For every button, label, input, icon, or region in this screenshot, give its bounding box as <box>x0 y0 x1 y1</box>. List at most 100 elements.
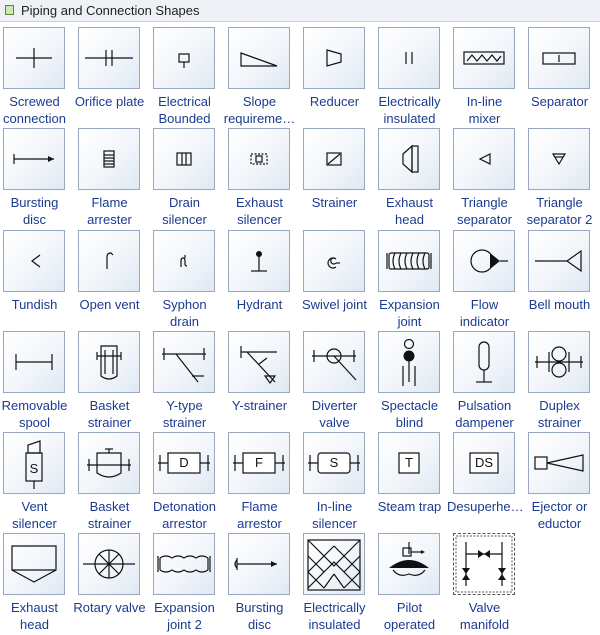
orifice-plate-icon <box>85 50 133 66</box>
electrical-bounded-icon <box>178 53 190 68</box>
shape-tile-electrically-insulated-2[interactable] <box>303 533 365 595</box>
shape-label: Drain silencer <box>147 194 222 228</box>
shape-label-line-2: dampener <box>455 415 514 430</box>
shape-tile-orifice-plate[interactable] <box>78 27 140 89</box>
pulsation-dampener-icon <box>476 341 492 383</box>
shape-tile-flow-indicator[interactable] <box>453 230 515 292</box>
shape-tile-exhaust-head[interactable] <box>378 128 440 190</box>
shape-tile-reducer[interactable] <box>303 27 365 89</box>
shape-tile-basket-strainer-2[interactable] <box>78 432 140 494</box>
shape-label: In-line silencer <box>297 498 372 532</box>
basket-strainer-icon <box>96 345 122 380</box>
shape-tile-basket-strainer[interactable] <box>78 331 140 393</box>
shape-tile-bursting-disc-2[interactable] <box>228 533 290 595</box>
shape-tile-y-type-strainer[interactable] <box>153 331 215 393</box>
shape-tile-steam-trap[interactable]: T <box>378 432 440 494</box>
shape-tile-flame-arrester[interactable] <box>78 128 140 190</box>
shape-label-line-1: Pilot <box>396 600 423 615</box>
hydrant-icon <box>251 251 267 272</box>
shape-tile-vent-silencer[interactable]: S <box>3 432 65 494</box>
panel-header[interactable]: Piping and Connection Shapes <box>0 0 600 22</box>
shape-tile-bursting-disc[interactable] <box>3 128 65 190</box>
shape-label-line-2: silencer <box>162 212 207 227</box>
shape-tile-expansion-joint-2[interactable] <box>153 533 215 595</box>
shape-label: Bursting disc <box>0 194 72 228</box>
shape-label-line-2: arrester <box>87 212 132 227</box>
drain-silencer-icon <box>176 152 192 166</box>
shape-tile-y-strainer[interactable] <box>228 331 290 393</box>
shape-label: Duplex strainer <box>522 397 597 431</box>
shape-label-line-1: Bursting <box>10 195 59 210</box>
shape-tile-valve-manifold[interactable] <box>453 533 515 595</box>
shape-tile-bell-mouth[interactable] <box>528 230 590 292</box>
shape-label: Basket strainer <box>72 498 147 532</box>
shape-label: Steam trap <box>372 498 447 515</box>
shape-tile-strainer[interactable] <box>303 128 365 190</box>
shape-tile-exhaust-silencer[interactable] <box>228 128 290 190</box>
shape-tile-electrically-insulated[interactable] <box>378 27 440 89</box>
shape-label: Bursting disc <box>222 599 297 633</box>
y-type-strainer-icon <box>162 348 206 383</box>
syphon-drain-icon <box>180 255 188 267</box>
shape-label-line-1: Exhaust <box>11 600 58 615</box>
shape-label-line-2: disc <box>22 212 47 227</box>
shape-tile-triangle-separator[interactable] <box>453 128 515 190</box>
shape-tile-inline-silencer[interactable]: S <box>303 432 365 494</box>
shape-label-line-1: Spectacle <box>380 398 439 413</box>
shape-glyph-text: T <box>405 455 413 470</box>
shape-tile-electrical-bounded[interactable] <box>153 27 215 89</box>
shape-tile-duplex-strainer[interactable] <box>528 331 590 393</box>
shape-tile-syphon-drain[interactable] <box>153 230 215 292</box>
shape-label: Flame arrestor <box>222 498 297 532</box>
shape-tile-hydrant[interactable] <box>228 230 290 292</box>
expansion-joint-icon <box>386 252 432 270</box>
shape-label-line-2: Bounded <box>158 111 211 126</box>
shape-tile-tundish[interactable] <box>3 230 65 292</box>
shape-label-line-2: spool <box>18 415 51 430</box>
shape-tile-slope-requirement[interactable] <box>228 27 290 89</box>
shape-tile-screwed-connection[interactable] <box>3 27 65 89</box>
rotary-valve-icon <box>83 549 135 579</box>
shape-label-line-1: Flame <box>241 499 278 514</box>
shape-label: Open vent <box>72 296 147 313</box>
shape-tile-pulsation-dampener[interactable] <box>453 331 515 393</box>
shape-tile-drain-silencer[interactable] <box>153 128 215 190</box>
shape-label-line-1: Exhaust <box>236 195 283 210</box>
shape-label-line-2: joint <box>397 314 422 329</box>
shape-label-line-1: Bell mouth <box>528 297 591 312</box>
shape-label-line-2: silencer <box>12 516 57 531</box>
shape-tile-exhaust-head-2[interactable] <box>3 533 65 595</box>
shape-tile-separator[interactable] <box>528 27 590 89</box>
shape-tile-expansion-joint[interactable] <box>378 230 440 292</box>
shape-tile-detonation-arrestor[interactable]: D <box>153 432 215 494</box>
shape-tile-ejector-eductor[interactable] <box>528 432 590 494</box>
flow-indicator-icon <box>470 249 508 273</box>
shape-tile-flame-arrestor[interactable]: F <box>228 432 290 494</box>
shape-glyph-text: F <box>255 455 263 470</box>
screwed-connection-icon <box>16 48 52 68</box>
shape-label-line-1: Diverter <box>311 398 358 413</box>
shape-tile-desuperheater[interactable]: DS <box>453 432 515 494</box>
shape-label-line-1: Pulsation <box>457 398 512 413</box>
shape-label: Desuperhe… <box>447 498 522 515</box>
triangle-separator-icon <box>478 153 491 165</box>
shape-label: Expansion joint <box>372 296 447 330</box>
shape-tile-swivel-joint[interactable] <box>303 230 365 292</box>
shape-label: Rotary valve <box>72 599 147 616</box>
shape-glyph-text: D <box>179 455 189 470</box>
shape-label-line-1: Desuperhe… <box>447 499 522 514</box>
shape-label-line-1: Flow <box>470 297 499 312</box>
shape-tile-diverter-valve[interactable] <box>303 331 365 393</box>
slope-requirement-icon <box>240 52 278 67</box>
shape-tile-removable-spool[interactable] <box>3 331 65 393</box>
shape-tile-inline-mixer[interactable] <box>453 27 515 89</box>
shape-tile-rotary-valve[interactable] <box>78 533 140 595</box>
shape-tile-spectacle-blind[interactable] <box>378 331 440 393</box>
shape-tile-pilot-operated[interactable] <box>378 533 440 595</box>
shape-tile-triangle-separator-2[interactable] <box>528 128 590 190</box>
shape-tile-open-vent[interactable] <box>78 230 140 292</box>
shape-label-line-2: valve <box>319 415 350 430</box>
swivel-joint-icon <box>327 257 340 269</box>
shape-label-line-2: arrestor <box>237 516 282 531</box>
shape-label-line-1: Orifice plate <box>74 94 145 109</box>
